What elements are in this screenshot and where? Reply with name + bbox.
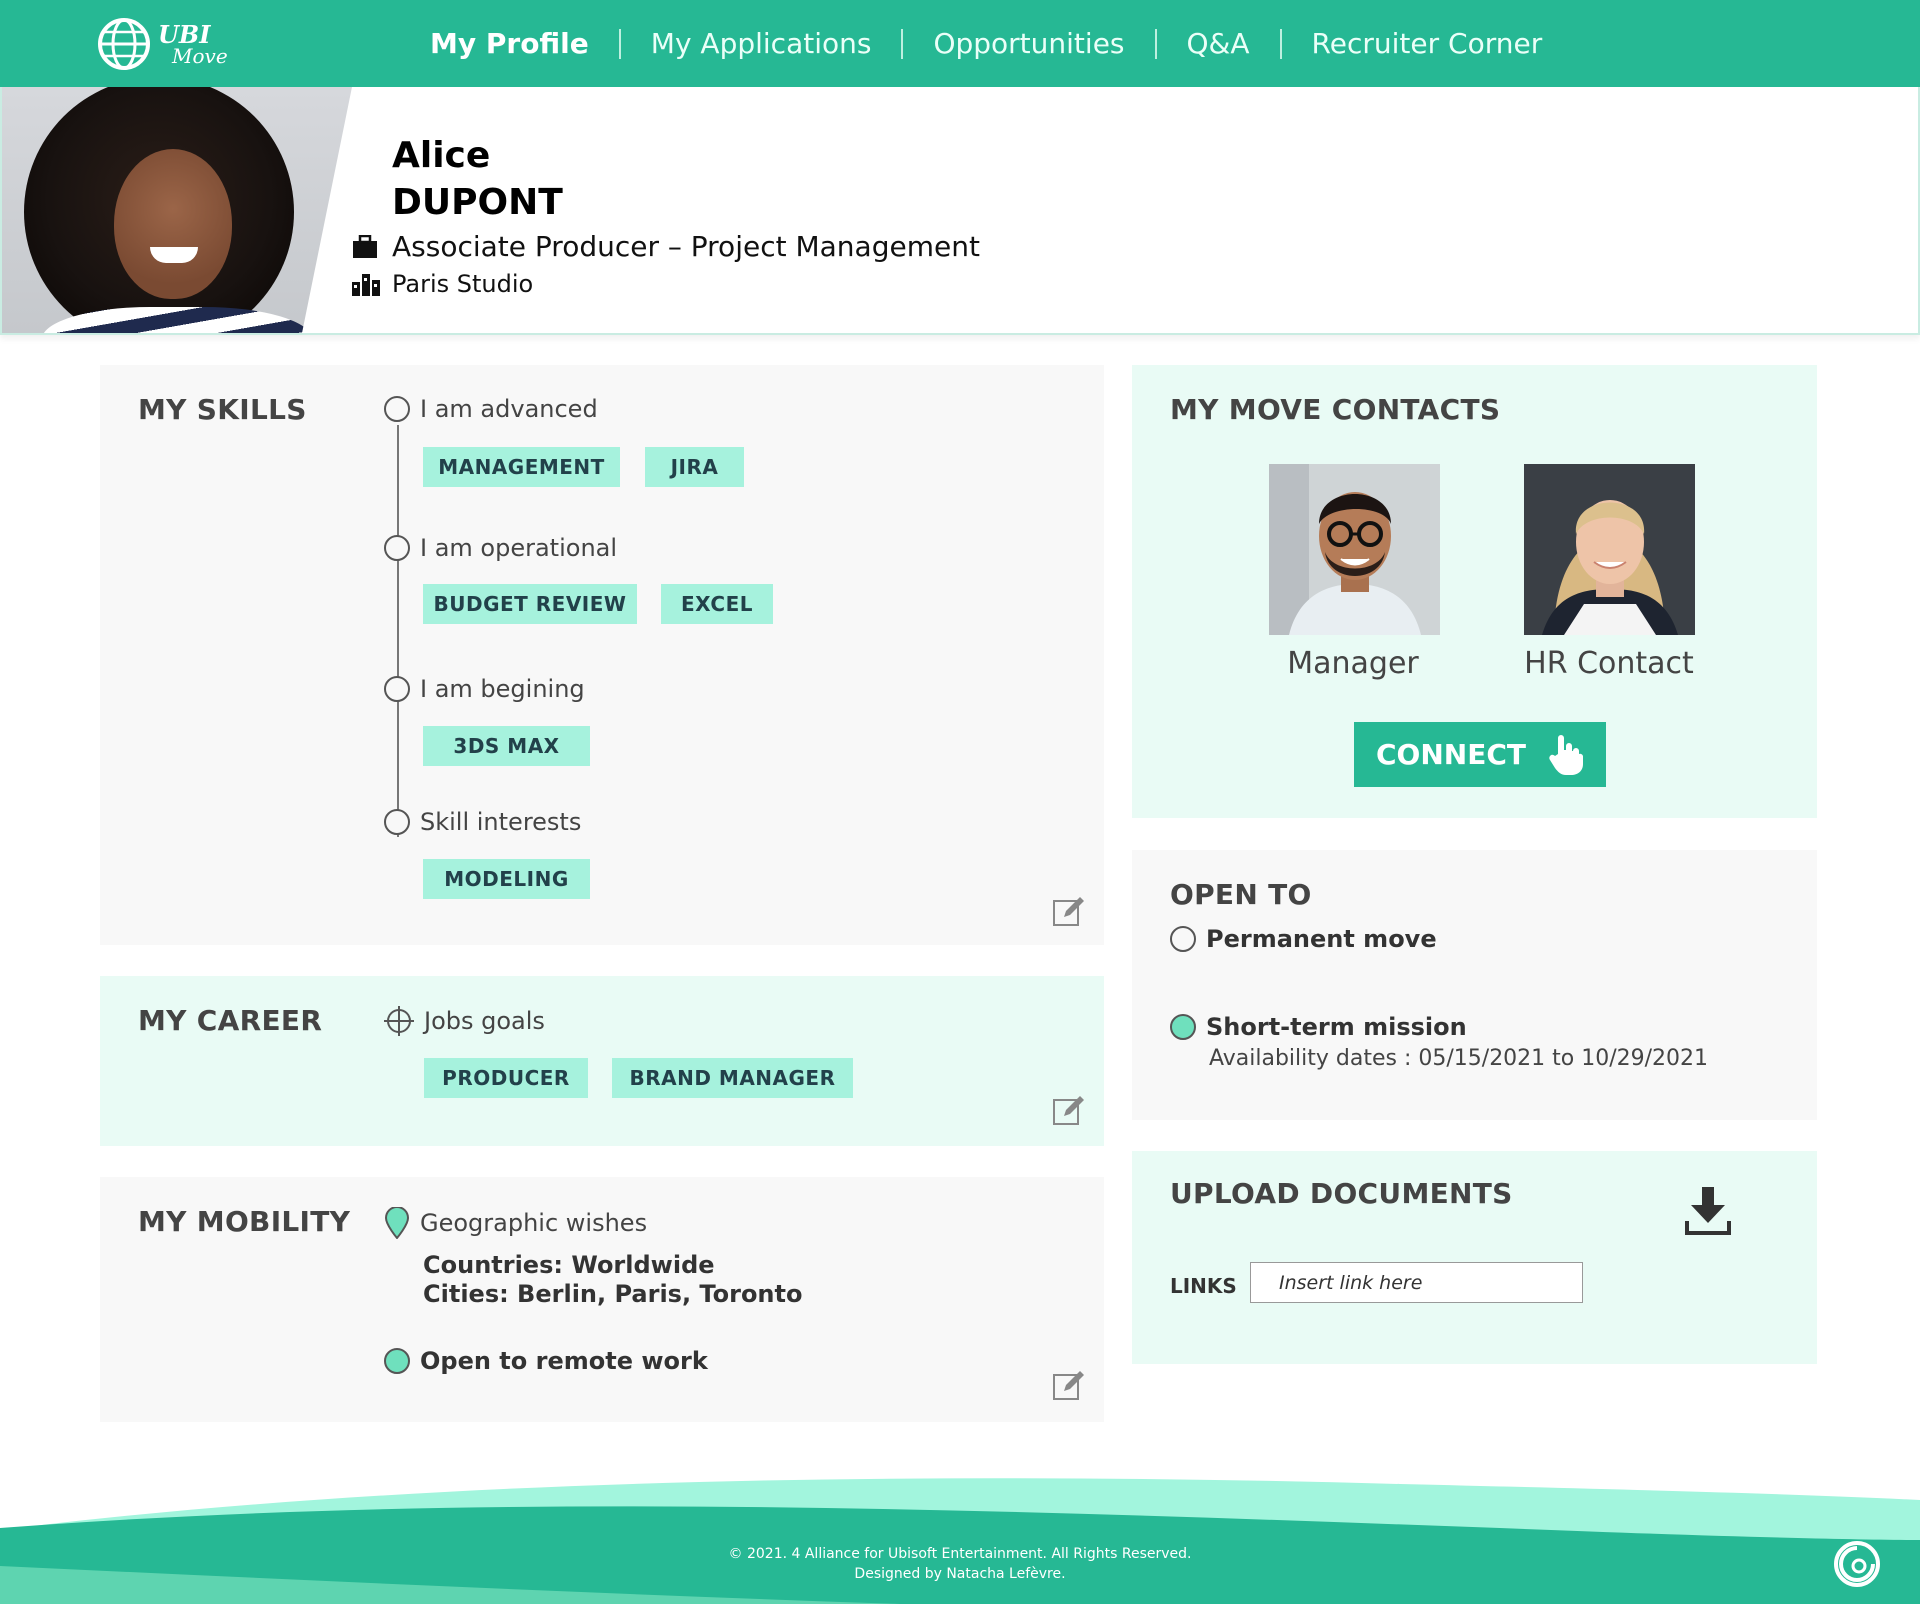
mobility-cities: Cities: Berlin, Paris, Toronto (423, 1280, 803, 1308)
profile-header: Alice DUPONT Associate Producer – Projec… (0, 87, 1920, 335)
logo-text: UBI (158, 20, 211, 49)
top-navbar: UBI Move My Profile My Applications Oppo… (0, 0, 1920, 87)
skill-tag[interactable]: EXCEL (661, 584, 773, 624)
upload-title: UPLOAD DOCUMENTS (1170, 1177, 1513, 1210)
skill-tag[interactable]: MODELING (423, 859, 590, 899)
nav-qa[interactable]: Q&A (1157, 28, 1280, 60)
contacts-title: MY MOVE CONTACTS (1170, 393, 1501, 426)
skill-level-beginning: I am begining (384, 675, 585, 703)
career-tag[interactable]: PRODUCER (424, 1058, 588, 1098)
footer-copyright: © 2021. 4 Alliance for Ubisoft Entertain… (728, 1546, 1192, 1562)
availability-dates: Availability dates : 05/15/2021 to 10/29… (1209, 1046, 1709, 1071)
level-label: Skill interests (420, 808, 582, 836)
permanent-label: Permanent move (1206, 925, 1437, 953)
mobility-remote-label: Open to remote work (420, 1347, 708, 1375)
download-icon[interactable] (1685, 1187, 1731, 1235)
open-to-permanent-option: Permanent move (1170, 925, 1437, 953)
connect-label: CONNECT (1376, 738, 1526, 771)
building-icon (352, 274, 380, 296)
profile-studio-line: Paris Studio (352, 270, 533, 298)
skill-tag[interactable]: BUDGET REVIEW (423, 584, 637, 624)
open-to-card: OPEN TO Permanent move Short-term missio… (1132, 850, 1817, 1120)
mobility-geo-heading: Geographic wishes (384, 1207, 647, 1239)
edit-icon[interactable] (1052, 1094, 1084, 1126)
profile-role-line: Associate Producer – Project Management (352, 230, 980, 263)
career-tag[interactable]: BRAND MANAGER (612, 1058, 853, 1098)
profile-first-name: Alice (392, 135, 491, 176)
skills-title: MY SKILLS (138, 393, 307, 426)
links-label: LINKS (1170, 1274, 1237, 1298)
level-label: I am begining (420, 675, 585, 703)
footer-waves (0, 1478, 1920, 1604)
globe-icon (98, 18, 150, 70)
hand-pointer-icon (1549, 734, 1583, 775)
profile-photo (2, 87, 352, 333)
mobility-countries: Countries: Worldwide (423, 1251, 715, 1279)
level-label: I am operational (420, 534, 618, 562)
upload-card: UPLOAD DOCUMENTS LINKS (1132, 1151, 1817, 1364)
skills-card: MY SKILLS I am advanced MANAGEMENT JIRA … (100, 365, 1104, 945)
skills-timeline (397, 425, 399, 837)
career-goals-label: Jobs goals (424, 1007, 545, 1035)
nav-my-applications[interactable]: My Applications (621, 28, 902, 60)
permanent-radio[interactable] (1170, 926, 1196, 952)
nav-opportunities[interactable]: Opportunities (903, 28, 1154, 60)
level-radio[interactable] (384, 809, 410, 835)
level-label: I am advanced (420, 395, 598, 423)
profile-last-name: DUPONT (392, 182, 563, 223)
ubimove-logo[interactable]: UBI Move (96, 14, 236, 74)
hr-contact-label: HR Contact (1524, 646, 1694, 681)
short-term-radio[interactable] (1170, 1014, 1196, 1040)
logo-subtext: Move (172, 44, 228, 68)
career-title: MY CAREER (138, 1004, 323, 1037)
hr-contact-avatar[interactable] (1524, 464, 1695, 635)
skill-tag[interactable]: MANAGEMENT (423, 447, 620, 487)
skill-level-advanced: I am advanced (384, 395, 598, 423)
remote-radio[interactable] (384, 1348, 410, 1374)
skill-level-interests: Skill interests (384, 808, 581, 836)
skill-tag[interactable]: 3DS MAX (423, 726, 590, 766)
open-to-title: OPEN TO (1170, 878, 1312, 911)
map-pin-icon (384, 1207, 410, 1239)
footer-designer: Designed by Natacha Lefèvre. (854, 1566, 1066, 1582)
mobility-title: MY MOBILITY (138, 1205, 351, 1238)
short-term-label: Short-term mission (1206, 1013, 1467, 1041)
mobility-remote-option: Open to remote work (384, 1347, 708, 1375)
briefcase-icon (353, 234, 377, 258)
edit-icon[interactable] (1052, 1369, 1084, 1401)
nav-my-profile[interactable]: My Profile (400, 28, 619, 60)
profile-role: Associate Producer – Project Management (392, 230, 980, 263)
link-input[interactable] (1250, 1262, 1583, 1303)
mobility-geo-label: Geographic wishes (420, 1209, 648, 1237)
manager-label: Manager (1287, 646, 1419, 681)
skill-level-operational: I am operational (384, 534, 617, 562)
career-goals-heading: Jobs goals (384, 1006, 545, 1036)
mobility-card: MY MOBILITY Geographic wishes Countries:… (100, 1177, 1104, 1422)
crosshair-icon (384, 1006, 414, 1036)
edit-icon[interactable] (1052, 895, 1084, 927)
open-to-short-term-option: Short-term mission (1170, 1013, 1467, 1041)
manager-avatar[interactable] (1269, 464, 1440, 635)
footer: © 2021. 4 Alliance for Ubisoft Entertain… (0, 1470, 1920, 1604)
skill-tag[interactable]: JIRA (645, 447, 744, 487)
ubisoft-swirl-icon[interactable] (1833, 1540, 1881, 1588)
career-card: MY CAREER Jobs goals PRODUCER BRAND MANA… (100, 976, 1104, 1146)
level-radio[interactable] (384, 676, 410, 702)
main-nav: My Profile My Applications Opportunities… (400, 22, 1572, 66)
profile-studio: Paris Studio (392, 270, 534, 298)
level-radio[interactable] (384, 535, 410, 561)
level-radio[interactable] (384, 396, 410, 422)
connect-button[interactable]: CONNECT (1354, 722, 1606, 787)
nav-recruiter-corner[interactable]: Recruiter Corner (1282, 28, 1573, 60)
